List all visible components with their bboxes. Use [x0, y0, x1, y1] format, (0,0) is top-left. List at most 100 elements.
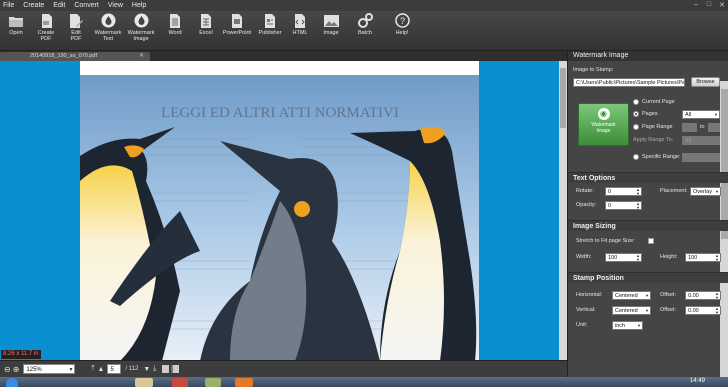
toolbar-help-button[interactable]: ? Help!: [382, 11, 422, 50]
publisher-doc-icon: [263, 13, 278, 28]
toolbar-batch-button[interactable]: Batch: [348, 11, 382, 50]
toolbar-html-button[interactable]: HTML: [286, 11, 314, 50]
height-stepper[interactable]: 100 ▲ ▼: [685, 253, 721, 262]
document-viewport[interactable]: LEGGI ED ALTRI ATTI NORMATIVI: [0, 61, 559, 360]
width-stepper[interactable]: 100 ▲ ▼: [605, 253, 642, 262]
excel-doc-icon: [199, 13, 214, 28]
placement-select[interactable]: Overlay ▼: [690, 187, 721, 196]
horizontal-select[interactable]: Centered ▼: [612, 291, 651, 300]
toolbar-edit-pdf-button[interactable]: Edit PDF: [60, 11, 92, 50]
rotate-label: Rotate:: [576, 188, 594, 194]
minimize-button[interactable]: –: [690, 1, 702, 10]
zoom-in-icon[interactable]: ⊕: [13, 365, 20, 374]
first-page-icon[interactable]: ⤒: [91, 365, 94, 373]
watermark-image-panel: Watermark Image Image to Stamp: C:\Users…: [567, 51, 728, 377]
specific-range-input[interactable]: [682, 153, 720, 162]
toolbar-word-button[interactable]: Word: [158, 11, 192, 50]
panel-scrollbar-thumb[interactable]: [721, 89, 728, 239]
unit-select[interactable]: inch ▼: [612, 321, 643, 330]
chevron-down-icon: ▼: [715, 189, 719, 194]
stretch-label: Stretch to Fit page Size:: [576, 238, 635, 244]
menu-file[interactable]: File: [3, 2, 14, 9]
toolbar-watermark-image-button[interactable]: Watermark Image: [124, 11, 158, 50]
taskbar-app-icon[interactable]: [135, 378, 153, 387]
powerpoint-doc-icon: [230, 13, 245, 28]
chevron-down-icon: ▼: [714, 112, 718, 117]
vertical-offset-value: 0.00: [688, 308, 699, 314]
toolbar-watermark-text-button[interactable]: Watermark Text: [92, 11, 124, 50]
rotate-stepper[interactable]: 0 ▲ ▼: [605, 187, 642, 196]
maximize-button[interactable]: □: [703, 1, 715, 10]
page-range-label: Page Range: [642, 124, 673, 130]
next-page-icon[interactable]: ▼: [143, 366, 150, 373]
toolbar-open-button[interactable]: Open: [0, 11, 32, 50]
to-label: to: [700, 124, 705, 130]
single-page-view-icon[interactable]: [162, 365, 170, 373]
browse-button[interactable]: Browse: [691, 77, 720, 87]
vertical-offset-stepper[interactable]: 0.00 ▲ ▼: [685, 306, 721, 315]
last-page-icon[interactable]: ⤓: [153, 365, 156, 373]
page-number-input[interactable]: 5: [107, 364, 122, 374]
pages-radio[interactable]: [633, 111, 639, 117]
menu-view[interactable]: View: [108, 2, 123, 9]
page-range-from-input[interactable]: [682, 123, 697, 132]
toolbar-publisher-button[interactable]: Publisher: [254, 11, 286, 50]
current-page-radio[interactable]: [633, 99, 639, 105]
image-path-input[interactable]: C:\Users\Public\Pictures\Sample Pictures…: [573, 78, 685, 87]
document-vertical-scrollbar[interactable]: [559, 61, 567, 360]
horizontal-label: Horizontal:: [576, 292, 603, 298]
main-toolbar: Open Create PDF Edit PDF Watermark Text …: [0, 11, 728, 51]
taskbar-clock: 14:49: [690, 378, 706, 384]
pages-select[interactable]: All ▼: [682, 110, 720, 119]
vertical-select[interactable]: Centered ▼: [612, 306, 651, 315]
close-button[interactable]: ✕: [716, 1, 728, 10]
zoom-out-icon[interactable]: ⊖: [4, 365, 11, 374]
zoom-select[interactable]: 125% ▼: [23, 364, 76, 374]
watermark-text-icon: [101, 13, 116, 28]
opacity-stepper[interactable]: 0 ▲ ▼: [605, 201, 642, 210]
page-range-to-input[interactable]: [708, 123, 720, 132]
pdf-page: LEGGI ED ALTRI ATTI NORMATIVI: [80, 61, 479, 360]
apply-range-value: All: [685, 138, 692, 144]
menu-create[interactable]: Create: [23, 2, 44, 9]
menu-convert[interactable]: Convert: [74, 2, 99, 9]
apply-range-to-label: Apply Range To:: [633, 137, 674, 143]
apply-range-select[interactable]: All: [682, 136, 720, 145]
close-tab-icon[interactable]: ✕: [139, 52, 144, 61]
toolbar-label: Create PDF: [37, 30, 55, 42]
toolbar-image-button[interactable]: Image: [314, 11, 348, 50]
toolbar-powerpoint-button[interactable]: PowerPoint: [220, 11, 254, 50]
toolbar-label: Watermark Image: [127, 30, 155, 42]
stepper-arrows-icon: ▲ ▼: [715, 291, 719, 300]
toolbar-label: Help!: [395, 30, 409, 36]
menu-edit[interactable]: Edit: [53, 2, 65, 9]
two-page-view-icon[interactable]: [171, 365, 180, 373]
stepper-arrows-icon: ▲ ▼: [636, 201, 640, 210]
toolbar-label: Edit PDF: [70, 30, 82, 42]
horizontal-offset-stepper[interactable]: 0.00 ▲ ▼: [685, 291, 721, 300]
toolbar-create-pdf-button[interactable]: Create PDF: [32, 11, 60, 50]
watermark-drop-icon: ◉: [597, 108, 610, 120]
document-tab-label: 20140918_190_so_070.pdf: [30, 53, 97, 59]
watermark-image-icon: [134, 13, 149, 28]
stepper-arrows-icon: ▲ ▼: [636, 253, 640, 262]
specific-range-radio[interactable]: [633, 154, 639, 160]
taskbar-app-icon[interactable]: [205, 378, 221, 387]
page-range-radio[interactable]: [633, 124, 639, 130]
scrollbar-thumb[interactable]: [560, 68, 566, 128]
document-tab[interactable]: 20140918_190_so_070.pdf ✕: [0, 52, 150, 61]
stretch-checkbox[interactable]: [648, 238, 654, 244]
toolbar-label: Batch: [357, 30, 373, 36]
width-value: 100: [608, 255, 618, 261]
start-button[interactable]: [6, 378, 18, 387]
menu-help[interactable]: Help: [132, 2, 146, 9]
watermark-image-button[interactable]: ◉ Watermark Image: [578, 103, 629, 146]
document-tab-bar: 20140918_190_so_070.pdf ✕: [0, 51, 567, 61]
toolbar-excel-button[interactable]: Excel: [192, 11, 220, 50]
chevron-down-icon: ▼: [645, 308, 649, 313]
taskbar-app-icon[interactable]: [235, 378, 253, 387]
taskbar-app-icon[interactable]: [172, 378, 188, 387]
previous-page-icon[interactable]: ▲: [98, 366, 105, 373]
vertical-offset-label: Offset:: [660, 307, 677, 313]
os-taskbar: 14:49: [0, 377, 728, 387]
